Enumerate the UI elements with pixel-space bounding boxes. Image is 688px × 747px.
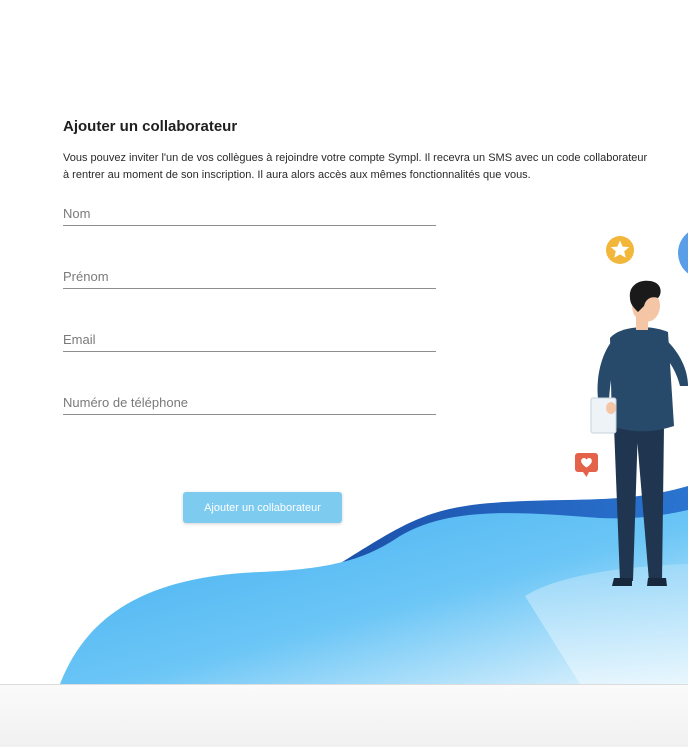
prenom-field (63, 266, 436, 289)
description-text: Vous pouvez inviter l'un de vos collègue… (63, 152, 648, 181)
email-field (63, 329, 436, 352)
nom-field (63, 203, 436, 226)
blue-circle (678, 232, 688, 274)
page-title: Ajouter un collaborateur (63, 118, 238, 135)
add-collaborator-button[interactable]: Ajouter un collaborateur (183, 492, 342, 523)
star-icon (606, 236, 634, 264)
prenom-input[interactable] (63, 266, 436, 286)
phone-input[interactable] (63, 392, 436, 412)
add-collaborator-card: Ajouter un collaborateur Vous pouvez inv… (0, 86, 688, 684)
email-input[interactable] (63, 329, 436, 349)
nom-input[interactable] (63, 203, 436, 223)
phone-field (63, 392, 436, 415)
top-band (0, 0, 688, 87)
heart-icon (575, 453, 598, 477)
bottom-band (0, 684, 688, 747)
